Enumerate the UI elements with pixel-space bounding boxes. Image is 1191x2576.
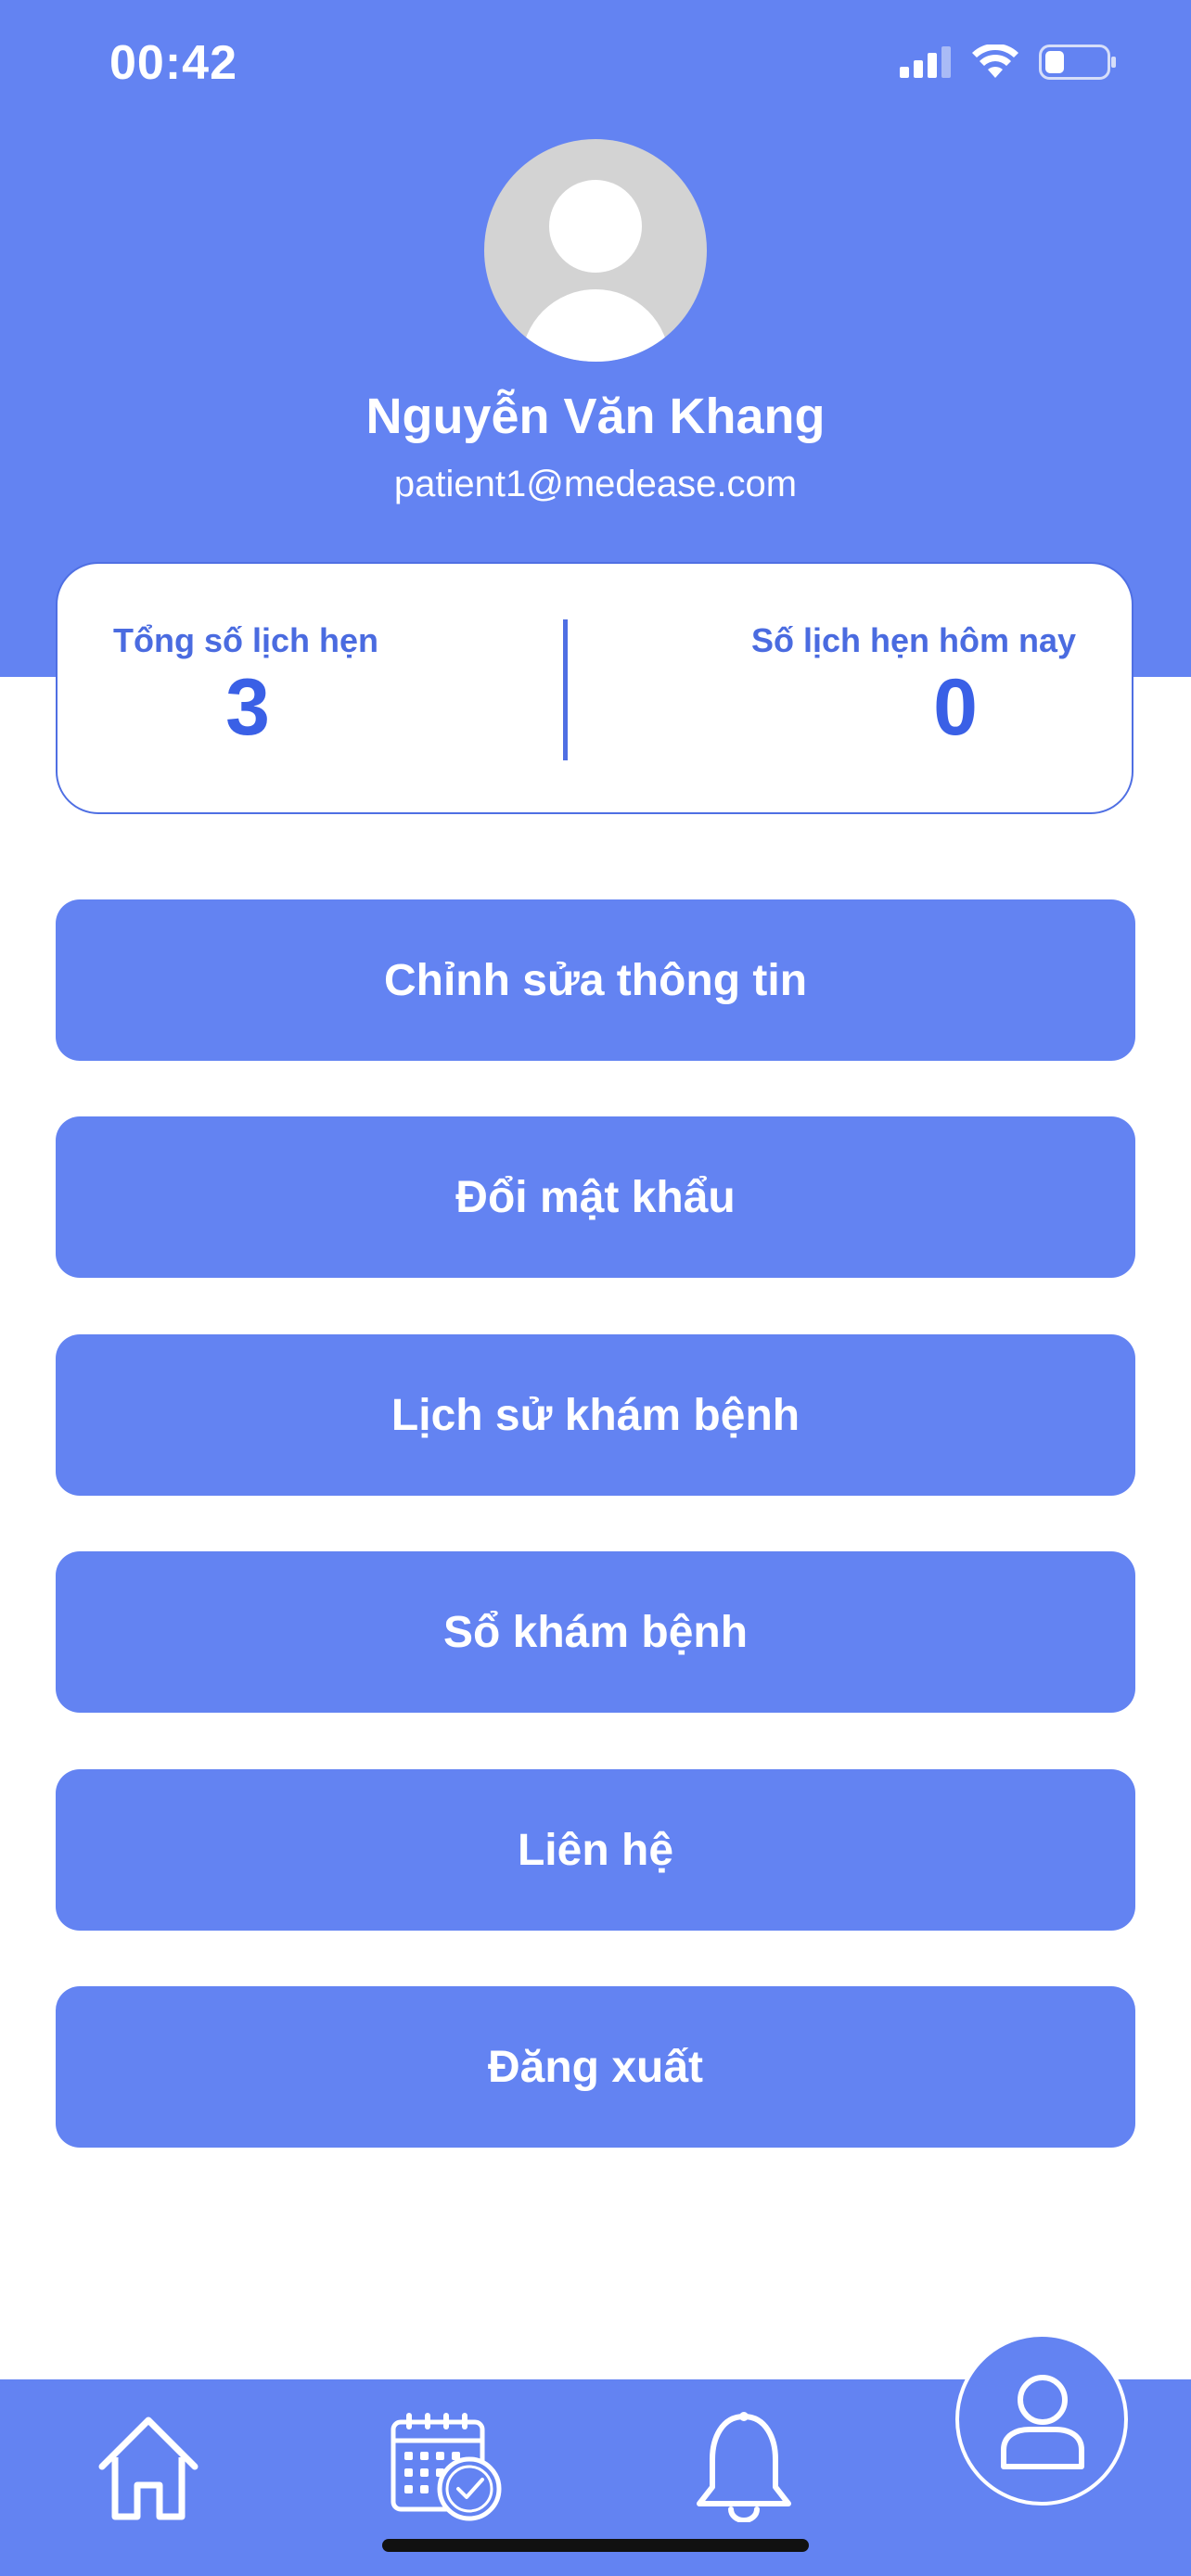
avatar[interactable]	[484, 139, 707, 362]
wifi-icon	[972, 45, 1018, 78]
logout-button[interactable]: Đăng xuất	[56, 1986, 1135, 2148]
home-indicator	[382, 2539, 809, 2552]
change-password-button[interactable]: Đổi mật khẩu	[56, 1116, 1135, 1278]
total-appointments-label: Tổng số lịch hẹn	[113, 621, 378, 659]
edit-info-button[interactable]: Chỉnh sửa thông tin	[56, 899, 1135, 1061]
avatar-body	[521, 289, 670, 362]
calendar-clock-icon[interactable]	[390, 2411, 505, 2522]
profile-icon	[1001, 2375, 1084, 2469]
user-name: Nguyễn Văn Khang	[365, 389, 826, 444]
avatar-head	[549, 180, 642, 273]
signal-icon	[900, 46, 951, 78]
total-appointments-value: 3	[225, 663, 270, 752]
today-appointments-label: Số lịch hẹn hôm nay	[750, 621, 1076, 659]
stats-divider	[563, 619, 568, 760]
medical-history-button[interactable]: Lịch sử khám bệnh	[56, 1334, 1135, 1496]
stats-card: Tổng số lịch hẹn 3 Số lịch hẹn hôm nay 0	[56, 562, 1133, 814]
profile-nav-button[interactable]	[955, 2333, 1128, 2506]
battery-icon	[1039, 45, 1116, 80]
today-appointments-value: 0	[933, 663, 978, 752]
bell-icon[interactable]	[694, 2411, 794, 2522]
user-email: patient1@medease.com	[393, 464, 798, 504]
status-icons	[900, 45, 1117, 80]
status-time: 00:42	[109, 36, 237, 90]
home-icon[interactable]	[93, 2411, 204, 2524]
medical-record-button[interactable]: Sổ khám bệnh	[56, 1551, 1135, 1713]
contact-button[interactable]: Liên hệ	[56, 1769, 1135, 1931]
